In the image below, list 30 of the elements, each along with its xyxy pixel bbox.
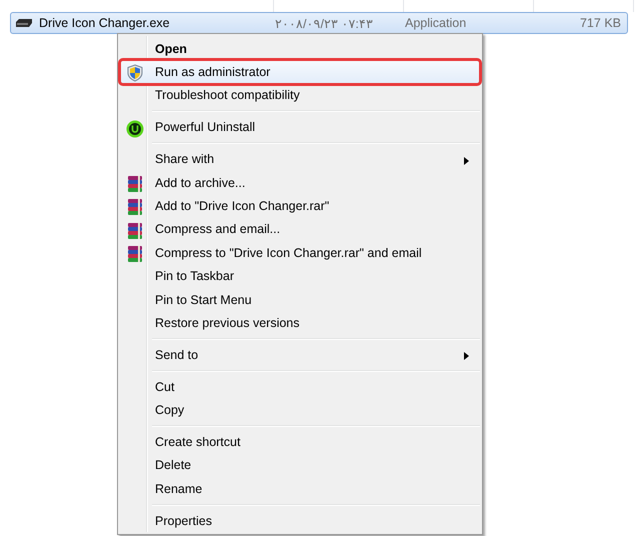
menu-item[interactable]: Share with bbox=[120, 148, 480, 171]
menu-item[interactable]: Add to "Drive Icon Changer.rar" bbox=[120, 194, 480, 218]
menu-item[interactable]: Copy bbox=[120, 398, 480, 422]
menu-item[interactable]: Add to archive... bbox=[120, 170, 480, 194]
file-type: Application bbox=[405, 16, 468, 30]
menu-item[interactable]: Troubleshoot compatibility bbox=[120, 84, 480, 108]
menu-item[interactable]: Run as administrator bbox=[120, 60, 480, 84]
menu-item[interactable]: Delete bbox=[120, 454, 480, 478]
menu-item[interactable]: Pin to Start Menu bbox=[120, 288, 480, 312]
menu-item[interactable]: Compress to "Drive Icon Changer.rar" and email bbox=[120, 241, 480, 265]
menu-item[interactable]: Send to bbox=[120, 343, 480, 367]
shield-icon bbox=[126, 64, 144, 82]
menu-item[interactable]: Create shortcut bbox=[120, 430, 480, 454]
file-name: Drive Icon Changer.exe bbox=[39, 16, 171, 30]
menu-item[interactable]: Open bbox=[120, 37, 480, 60]
menu-item[interactable]: Rename bbox=[120, 477, 480, 501]
drive-icon bbox=[15, 18, 33, 28]
file-size: 717 KB bbox=[578, 16, 622, 30]
books-icon bbox=[126, 174, 144, 193]
books-icon bbox=[126, 245, 144, 264]
books-icon bbox=[126, 222, 144, 240]
menu-item[interactable]: Cut bbox=[120, 375, 480, 398]
books-icon bbox=[126, 198, 144, 216]
menu-item[interactable]: Compress and email... bbox=[120, 218, 480, 242]
power-icon bbox=[126, 120, 144, 138]
menu-item[interactable]: Properties bbox=[120, 509, 480, 532]
menu-item[interactable]: Restore previous versions bbox=[120, 311, 480, 335]
date-modified: ۲۰۰۸/۰۹/۲۳ ۰۷:۴۳ bbox=[275, 16, 374, 30]
menu-item[interactable]: Powerful Uninstall bbox=[120, 116, 480, 140]
menu-item[interactable]: Pin to Taskbar bbox=[120, 264, 480, 288]
